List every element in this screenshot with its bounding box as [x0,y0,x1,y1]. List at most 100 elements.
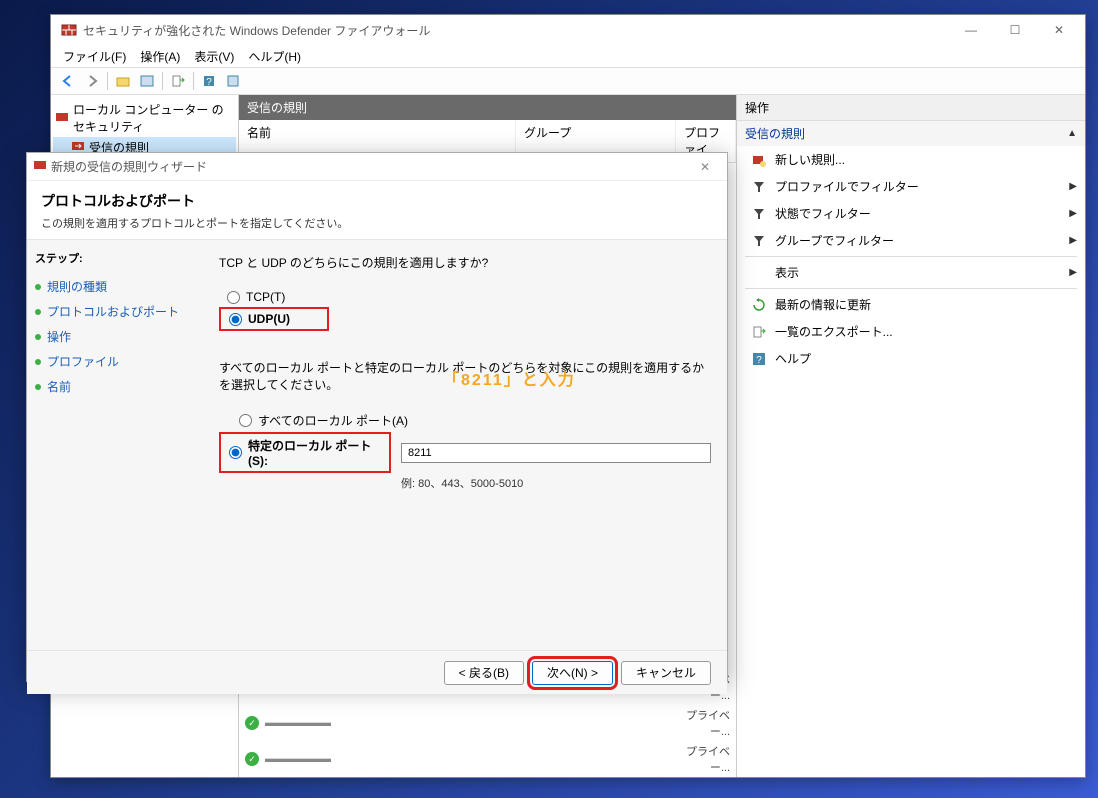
step-name[interactable]: 名前 [35,374,195,399]
nav-forward-button[interactable] [81,70,103,92]
action-filter-group[interactable]: グループでフィルター ▶ [737,227,1085,254]
step-dot-icon [35,309,41,315]
actions-header: 操作 [737,95,1085,121]
radio-all-ports-row[interactable]: すべてのローカル ポート(A) [231,409,711,432]
action-help[interactable]: ? ヘルプ [737,345,1085,372]
menu-file[interactable]: ファイル(F) [57,46,132,67]
step-dot-icon [35,359,41,365]
actions-section-label: 受信の規則 [745,125,805,142]
nav-back-button[interactable] [57,70,79,92]
filter-icon [751,233,767,249]
rules-list-header: 受信の規則 [239,95,736,120]
action-filter-profile-label: プロファイルでフィルター [775,178,919,195]
step-protocol-port[interactable]: プロトコルおよびポート [35,299,195,324]
actions-pane: 操作 受信の規則 ▲ 新しい規則... プロファイルでフィルター ▶ 状態でフィ… [737,95,1085,777]
port-input[interactable] [401,443,711,463]
submenu-arrow-icon: ▶ [1069,267,1077,278]
action-filter-profile[interactable]: プロファイルでフィルター ▶ [737,173,1085,200]
minimize-button[interactable]: — [949,16,993,44]
radio-specific-ports-label: 特定のローカル ポート(S): [248,437,381,468]
wizard-titlebar: 新規の受信の規則ウィザード ✕ [27,153,727,181]
toolbar-props-icon[interactable] [222,70,244,92]
filter-icon [751,206,767,222]
step-rule-type[interactable]: 規則の種類 [35,274,195,299]
action-view[interactable]: 表示 ▶ [737,259,1085,286]
check-icon: ✓ [245,752,259,766]
step-dot-icon [35,284,41,290]
action-help-label: ヘルプ [775,350,811,367]
refresh-icon [751,297,767,313]
menu-action[interactable]: 操作(A) [134,46,186,67]
tree-root-label: ローカル コンピューター のセキュリティ [73,101,234,135]
action-refresh[interactable]: 最新の情報に更新 [737,291,1085,318]
toolbar-export-icon[interactable] [167,70,189,92]
steps-label: ステップ: [35,250,195,266]
firewall-icon [61,22,77,38]
step-profile[interactable]: プロファイル [35,349,195,374]
cancel-button[interactable]: キャンセル [621,661,711,685]
back-button[interactable]: < 戻る(B) [444,661,524,685]
rule-row[interactable]: ✓▬▬▬▬▬▬プライベー... [239,705,736,741]
action-export[interactable]: 一覧のエクスポート... [737,318,1085,345]
radio-all-ports[interactable] [239,414,252,427]
step-action[interactable]: 操作 [35,324,195,349]
inbound-rule-wizard: 新規の受信の規則ウィザード ✕ プロトコルおよびポート この規則を適用するプロト… [26,152,728,682]
next-button[interactable]: 次へ(N) > [532,661,613,685]
menubar: ファイル(F) 操作(A) 表示(V) ヘルプ(H) [51,45,1085,67]
export-icon [751,324,767,340]
annotation-text: 「8211」と入力 [443,366,576,390]
action-filter-group-label: グループでフィルター [775,232,894,249]
menu-help[interactable]: ヘルプ(H) [242,46,307,67]
toolbar: ? [51,67,1085,95]
new-rule-icon [751,152,767,168]
main-titlebar: セキュリティが強化された Windows Defender ファイアウォール —… [51,15,1085,45]
firewall-icon [33,158,47,175]
submenu-arrow-icon: ▶ [1069,181,1077,192]
question-protocol: TCP と UDP のどちらにこの規則を適用しますか? [219,254,711,271]
wizard-heading: プロトコルおよびポート [41,191,713,211]
help-icon: ? [751,351,767,367]
check-icon: ✓ [245,716,259,730]
radio-udp[interactable] [229,313,242,326]
svg-text:?: ? [206,77,212,88]
toolbar-help-icon[interactable]: ? [198,70,220,92]
wizard-title: 新規の受信の規則ウィザード [51,158,689,175]
collapse-icon: ▲ [1067,128,1077,139]
wizard-footer: < 戻る(B) 次へ(N) > キャンセル [27,650,727,694]
radio-udp-label: UDP(U) [248,312,290,326]
svg-text:?: ? [756,355,762,366]
maximize-button[interactable]: ☐ [993,16,1037,44]
main-window-title: セキュリティが強化された Windows Defender ファイアウォール [83,22,949,39]
step-dot-icon [35,384,41,390]
radio-udp-row[interactable]: UDP(U) [219,307,329,331]
rule-row[interactable]: ✓▬▬▬▬▬▬プライベー... [239,741,736,777]
filter-icon [751,179,767,195]
radio-tcp[interactable] [227,291,240,304]
radio-tcp-row[interactable]: TCP(T) [219,287,329,307]
toolbar-folder-icon[interactable] [112,70,134,92]
action-new-rule-label: 新しい規則... [775,151,845,168]
firewall-icon [55,110,69,127]
menu-view[interactable]: 表示(V) [188,46,240,67]
toolbar-list-icon[interactable] [136,70,158,92]
action-filter-state[interactable]: 状態でフィルター ▶ [737,200,1085,227]
action-new-rule[interactable]: 新しい規則... [737,146,1085,173]
step-dot-icon [35,334,41,340]
actions-section-title[interactable]: 受信の規則 ▲ [737,121,1085,146]
submenu-arrow-icon: ▶ [1069,208,1077,219]
wizard-close-button[interactable]: ✕ [689,160,721,174]
radio-all-ports-label: すべてのローカル ポート(A) [258,412,408,429]
action-refresh-label: 最新の情報に更新 [775,296,871,313]
action-filter-state-label: 状態でフィルター [775,205,871,222]
wizard-subheading: この規則を適用するプロトコルとポートを指定してください。 [41,215,713,231]
action-view-label: 表示 [775,264,799,281]
radio-tcp-label: TCP(T) [246,290,285,304]
radio-specific-ports-row[interactable]: 特定のローカル ポート(S): [219,432,391,473]
wizard-header: プロトコルおよびポート この規則を適用するプロトコルとポートを指定してください。 [27,181,727,240]
wizard-steps-sidebar: ステップ: 規則の種類 プロトコルおよびポート 操作 プロファイル 名前 [27,240,203,650]
radio-specific-ports[interactable] [229,446,242,459]
tree-root-item[interactable]: ローカル コンピューター のセキュリティ [53,99,236,137]
wizard-content: TCP と UDP のどちらにこの規則を適用しますか? TCP(T) UDP(U… [203,240,727,650]
close-button[interactable]: ✕ [1037,16,1081,44]
submenu-arrow-icon: ▶ [1069,235,1077,246]
